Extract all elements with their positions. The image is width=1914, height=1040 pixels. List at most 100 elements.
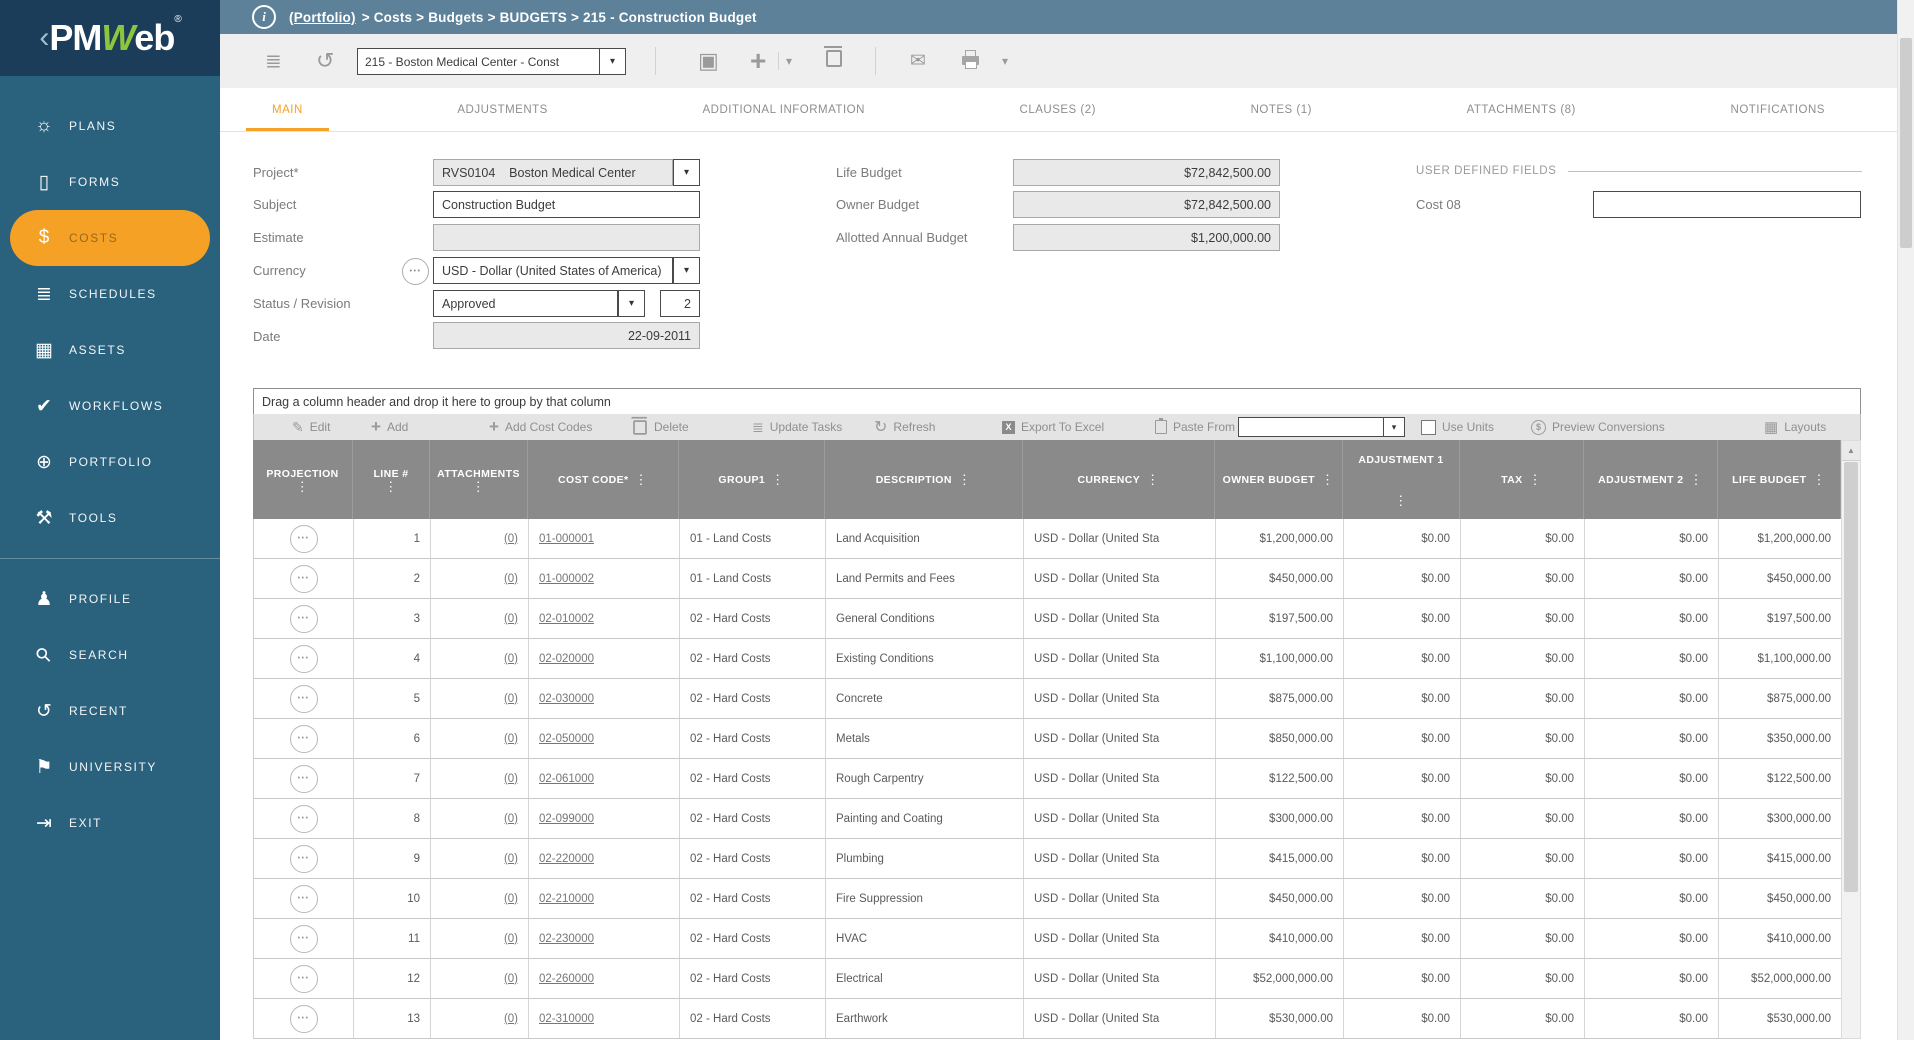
email-icon[interactable]: ✉ [910,50,926,73]
preview-conversions-button[interactable]: $Preview Conversions [1531,414,1665,440]
column-header[interactable]: DESCRIPTION ⋮ [825,440,1023,519]
column-menu-icon[interactable]: ⋮ [472,482,485,492]
row-actions-button[interactable]: ••• [290,765,318,793]
column-menu-icon[interactable]: ⋮ [1394,496,1407,506]
add-record-icon[interactable]: + [750,45,766,77]
row-actions-button[interactable]: ••• [290,645,318,673]
column-header[interactable]: LIFE BUDGET ⋮ [1718,440,1841,519]
tab-notes[interactable]: NOTES (1) [1239,88,1324,131]
update-tasks-button[interactable]: ≣Update Tasks [752,414,842,440]
record-selector[interactable]: 215 - Boston Medical Center - Const [357,48,600,75]
column-header[interactable]: PROJECTION ⋮ [253,440,353,519]
column-header[interactable]: LINE # ⋮ [353,440,430,519]
cost-code-link[interactable]: 01-000001 [539,533,594,545]
cost-code-link[interactable]: 02-230000 [539,933,594,945]
attachments-link[interactable]: (0) [504,773,518,785]
sidebar-item-forms[interactable]: ▯ FORMS [0,154,220,210]
row-actions-button[interactable]: ••• [290,565,318,593]
row-actions-button[interactable]: ••• [290,1005,318,1033]
sidebar-item-workflows[interactable]: ✔ WORKFLOWS [0,378,220,434]
tab-notifications[interactable]: NOTIFICATIONS [1719,88,1837,131]
page-scrollbar[interactable] [1897,0,1914,1040]
export-to-excel-button[interactable]: XExport To Excel [1002,414,1104,440]
grid-scrollbar-thumb[interactable] [1844,462,1858,892]
status-field[interactable]: Approved [433,290,618,317]
column-header[interactable]: ADJUSTMENT 1 ⋮ [1343,440,1460,519]
delete-button[interactable]: Delete [632,414,689,440]
column-menu-icon[interactable]: ⋮ [1321,475,1334,485]
sidebar-item-search[interactable]: ⚲ SEARCH [0,627,220,683]
attachments-link[interactable]: (0) [504,933,518,945]
breadcrumb-portfolio-link[interactable]: (Portfolio) [289,10,356,25]
cost-code-link[interactable]: 02-220000 [539,853,594,865]
row-actions-button[interactable]: ••• [290,605,318,633]
row-actions-button[interactable]: ••• [290,725,318,753]
cost-code-link[interactable]: 02-310000 [539,1013,594,1025]
column-menu-icon[interactable]: ⋮ [958,475,971,485]
attachments-link[interactable]: (0) [504,973,518,985]
column-header[interactable]: COST CODE* ⋮ [528,440,679,519]
row-actions-button[interactable]: ••• [290,685,318,713]
grid-scrollbar[interactable]: ▲ [1841,440,1861,1039]
layouts-button[interactable]: ▦Layouts [1764,414,1826,440]
row-actions-button[interactable]: ••• [290,965,318,993]
refresh-button[interactable]: ↻Refresh [874,414,935,440]
column-menu-icon[interactable]: ⋮ [771,475,784,485]
tab-clauses[interactable]: CLAUSES (2) [1008,88,1108,131]
cost-code-link[interactable]: 02-010002 [539,613,594,625]
sidebar-item-assets[interactable]: ▦ ASSETS [0,322,220,378]
column-menu-icon[interactable]: ⋮ [1146,475,1159,485]
row-actions-button[interactable]: ••• [290,885,318,913]
add-options-caret-icon[interactable]: ▾ [786,54,792,68]
print-options-caret-icon[interactable]: ▾ [1002,54,1008,68]
column-header[interactable]: CURRENCY ⋮ [1023,440,1215,519]
cost-code-link[interactable]: 02-050000 [539,733,594,745]
column-menu-icon[interactable]: ⋮ [1529,475,1542,485]
checkbox-icon[interactable] [1421,420,1436,435]
cost-code-link[interactable]: 02-260000 [539,973,594,985]
cost-code-link[interactable]: 02-020000 [539,653,594,665]
row-actions-button[interactable]: ••• [290,805,318,833]
cost-code-link[interactable]: 02-030000 [539,693,594,705]
filter-caret-icon[interactable]: ▾ [1383,418,1404,436]
currency-options-icon[interactable]: ••• [402,258,429,285]
attachments-link[interactable]: (0) [504,853,518,865]
column-header[interactable]: OWNER BUDGET ⋮ [1215,440,1343,519]
revision-field[interactable]: 2 [660,290,700,317]
column-header[interactable]: ADJUSTMENT 2 ⋮ [1584,440,1718,519]
print-icon[interactable] [962,52,979,70]
attachments-link[interactable]: (0) [504,733,518,745]
pmweb-logo[interactable]: ‹PMWeb® [0,0,220,76]
cost-code-link[interactable]: 02-210000 [539,893,594,905]
attachments-link[interactable]: (0) [504,613,518,625]
cost-code-link[interactable]: 01-000002 [539,573,594,585]
cost-code-link[interactable]: 02-061000 [539,773,594,785]
subject-field[interactable]: Construction Budget [433,191,700,218]
attachments-link[interactable]: (0) [504,693,518,705]
sidebar-item-recent[interactable]: ↺ RECENT [0,683,220,739]
column-menu-icon[interactable]: ⋮ [1689,475,1702,485]
cost-08-field[interactable] [1593,191,1861,218]
column-header[interactable]: ATTACHMENTS ⋮ [430,440,528,519]
delete-record-icon[interactable] [826,50,842,72]
use-units-toggle[interactable]: Use Units [1421,414,1494,440]
status-dropdown-icon[interactable]: ▾ [618,290,645,317]
sidebar-item-exit[interactable]: ⇥ EXIT [0,795,220,851]
edit-button[interactable]: ✎Edit [292,414,330,440]
add-cost-codes-button[interactable]: +Add Cost Codes [489,414,592,440]
sidebar-item-profile[interactable]: ♟ PROFILE [0,571,220,627]
sidebar-item-plans[interactable]: ☼ PLANS [0,98,220,154]
row-actions-button[interactable]: ••• [290,525,318,553]
column-header[interactable]: GROUP1 ⋮ [679,440,825,519]
currency-dropdown-icon[interactable]: ▾ [673,257,700,284]
attachments-link[interactable]: (0) [504,653,518,665]
cost-code-link[interactable]: 02-099000 [539,813,594,825]
add-button[interactable]: +Add [371,414,408,440]
column-menu-icon[interactable]: ⋮ [1813,475,1826,485]
grid-filter-dropdown[interactable]: ▾ [1238,417,1405,437]
page-scrollbar-thumb[interactable] [1900,38,1912,248]
sidebar-item-portfolio[interactable]: ⊕ PORTFOLIO [0,434,220,490]
column-menu-icon[interactable]: ⋮ [635,475,648,485]
column-menu-icon[interactable]: ⋮ [384,482,397,492]
attachments-link[interactable]: (0) [504,893,518,905]
